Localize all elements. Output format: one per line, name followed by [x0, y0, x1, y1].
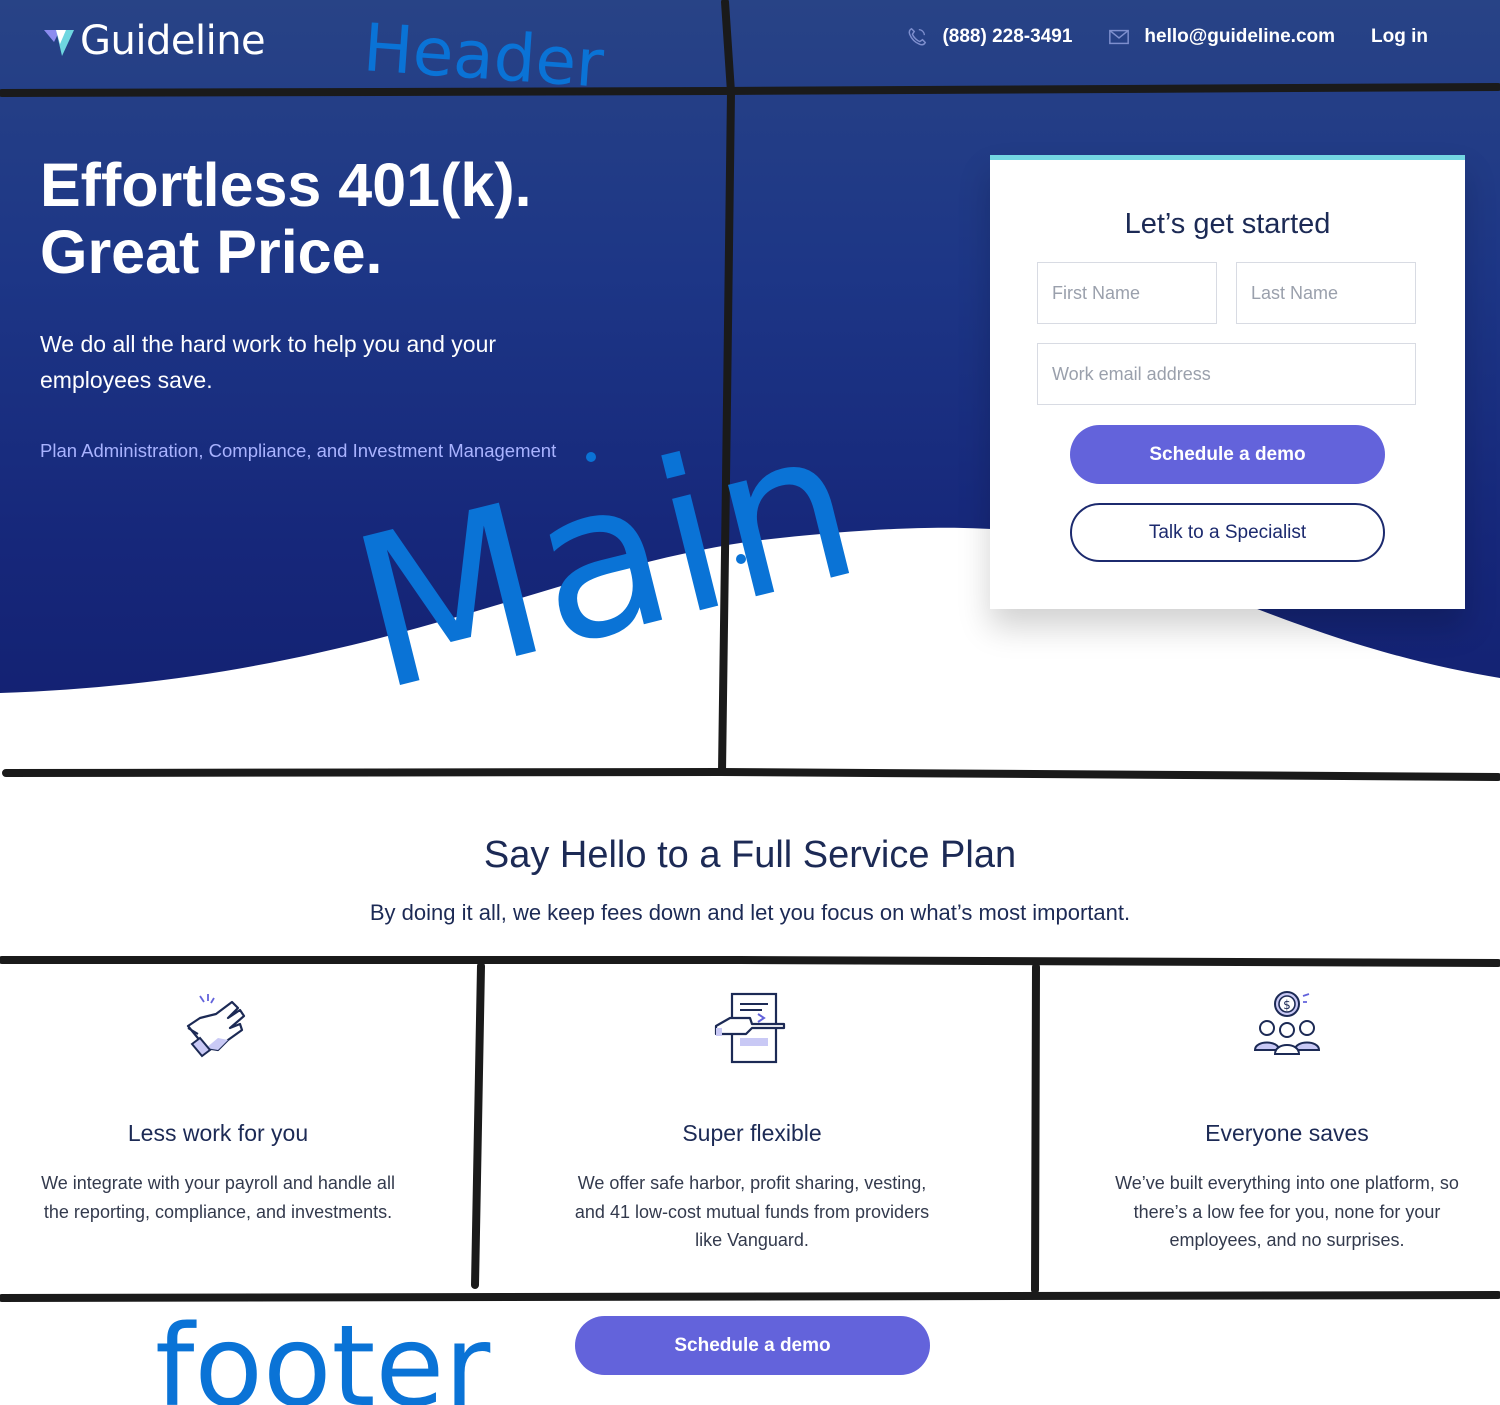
header-contact: (888) 228-3491 hello@guideline.com Log i… [870, 26, 1428, 48]
features-subtitle: By doing it all, we keep fees down and l… [369, 900, 1131, 925]
mail-icon [1109, 29, 1130, 45]
login-label: Log in [1371, 26, 1428, 47]
hero-subtitle: We do all the hard work to help you and … [40, 331, 497, 393]
phone-link[interactable]: (888) 228-3491 [906, 26, 1072, 48]
hero-title-line1: Effortless 401(k). [40, 151, 532, 219]
people-savings-icon: $ [1253, 991, 1321, 1055]
email-link[interactable]: hello@guideline.com [1108, 26, 1335, 48]
work-email-input[interactable] [1037, 343, 1416, 405]
feature-title: Everyone saves [1205, 1120, 1369, 1146]
hero-section: Guideline (888) 228-3491 hello@guideline… [0, 0, 1500, 780]
form-title: Let’s get started [1124, 208, 1331, 240]
feature-card: $ Everyone saves We’ve built everything … [1067, 988, 1500, 1255]
handshake-icon [186, 994, 246, 1058]
phone-icon [909, 27, 927, 46]
feature-title: Less work for you [127, 1120, 309, 1146]
hero-title-line2: Great Price. [40, 218, 383, 286]
feature-text: We integrate with your payroll and handl… [41, 1173, 395, 1222]
login-link[interactable]: Log in [1371, 26, 1428, 48]
email-address: hello@guideline.com [1144, 26, 1336, 47]
last-name-input[interactable] [1236, 262, 1416, 324]
brand-name: Guideline [80, 18, 266, 64]
feature-card: Less work for you We integrate with your… [0, 988, 438, 1226]
brand-logo[interactable]: Guideline [42, 18, 266, 64]
feature-card: Super flexible We offer safe harbor, pro… [532, 988, 972, 1255]
feature-text: We offer safe harbor, profit sharing, ve… [574, 1173, 930, 1250]
guideline-logo-icon [44, 30, 74, 56]
features-title: Say Hello to a Full Service Plan [483, 834, 1017, 876]
document-icon [714, 992, 786, 1064]
first-name-input[interactable] [1037, 262, 1217, 324]
svg-text:$: $ [1283, 998, 1291, 1012]
signup-form-card: Let’s get started Schedule a demo Talk t… [990, 155, 1465, 609]
annotation-footer-label: footer [155, 1302, 491, 1405]
hero-services-link[interactable]: Plan Administration, Compliance, and Inv… [40, 440, 556, 462]
feature-title: Super flexible [682, 1120, 822, 1146]
phone-number: (888) 228-3491 [942, 26, 1073, 47]
footer-schedule-demo-button[interactable]: Schedule a demo [575, 1316, 930, 1375]
talk-to-specialist-button[interactable]: Talk to a Specialist [1070, 503, 1385, 562]
schedule-demo-button[interactable]: Schedule a demo [1070, 425, 1385, 484]
feature-text: We’ve built everything into one platform… [1115, 1173, 1459, 1250]
hero-title: Effortless 401(k). Great Price. [40, 152, 660, 286]
